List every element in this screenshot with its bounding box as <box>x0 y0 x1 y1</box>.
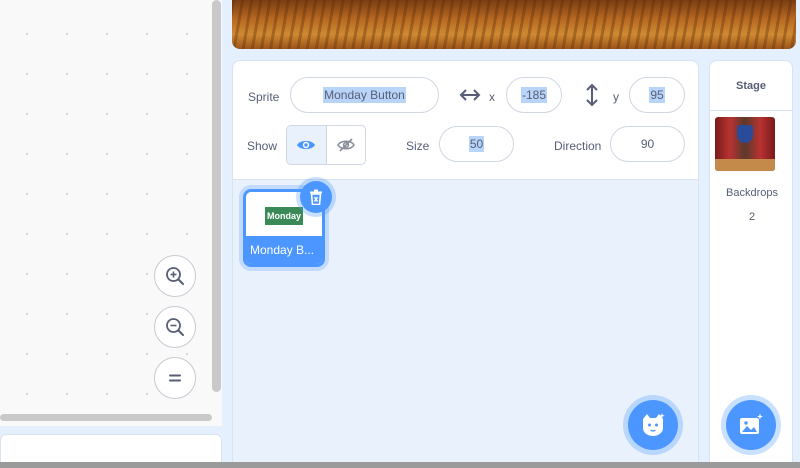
image-icon <box>740 413 763 434</box>
sprite-thumbnail: Monday <box>265 207 303 225</box>
choose-sprite-button[interactable] <box>628 400 678 450</box>
x-value: -185 <box>520 87 548 103</box>
backdrops-label: Backdrops <box>726 187 778 199</box>
size-label: Size <box>406 139 430 153</box>
shield-icon <box>737 125 753 143</box>
window-bottom-edge <box>0 462 800 468</box>
x-label: x <box>489 90 495 104</box>
sprite-name-field[interactable]: Monday Button <box>290 77 439 113</box>
eye-icon <box>297 140 316 150</box>
reset-zoom-button[interactable] <box>154 357 196 399</box>
cat-icon <box>643 413 665 436</box>
sprite-tile-name: Monday B... <box>246 236 322 264</box>
zoom-out-icon <box>166 318 184 336</box>
vertical-scrollbar[interactable] <box>212 0 221 392</box>
backdrop-thumbnail[interactable] <box>715 117 775 171</box>
show-toggle-group <box>286 125 366 165</box>
delete-sprite-button[interactable] <box>300 181 332 213</box>
show-label: Show <box>247 139 278 153</box>
y-value: 95 <box>649 87 665 103</box>
stage-header: Stage <box>710 61 792 111</box>
y-input[interactable]: 95 <box>629 77 685 113</box>
direction-value: 90 <box>640 137 655 151</box>
zoom-in-button[interactable] <box>154 255 196 297</box>
show-visible-button[interactable] <box>287 126 327 164</box>
x-arrows-icon <box>459 89 481 101</box>
direction-input[interactable]: 90 <box>610 126 685 162</box>
x-input[interactable]: -185 <box>506 77 562 113</box>
y-arrows-icon <box>586 83 598 107</box>
direction-label: Direction <box>554 139 602 153</box>
eye-slash-icon <box>336 138 355 152</box>
choose-backdrop-button[interactable] <box>726 400 776 450</box>
size-input[interactable]: 50 <box>439 126 514 162</box>
zoom-in-icon <box>166 267 184 285</box>
y-label: y <box>613 90 619 104</box>
horizontal-scrollbar[interactable] <box>0 414 212 421</box>
zoom-out-button[interactable] <box>154 306 196 348</box>
stage-canvas[interactable] <box>232 0 796 49</box>
sprite-label: Sprite <box>248 90 280 104</box>
sprite-name-value: Monday Button <box>323 87 406 103</box>
trash-icon <box>310 189 322 205</box>
equals-icon <box>169 374 181 382</box>
show-hidden-button[interactable] <box>327 126 366 164</box>
size-value: 50 <box>468 136 485 152</box>
backdrops-count: 2 <box>748 211 756 223</box>
floor-shape <box>715 159 775 171</box>
sprite-info-panel: Sprite Monday Button x -185 y 95 Show Si… <box>232 60 699 180</box>
